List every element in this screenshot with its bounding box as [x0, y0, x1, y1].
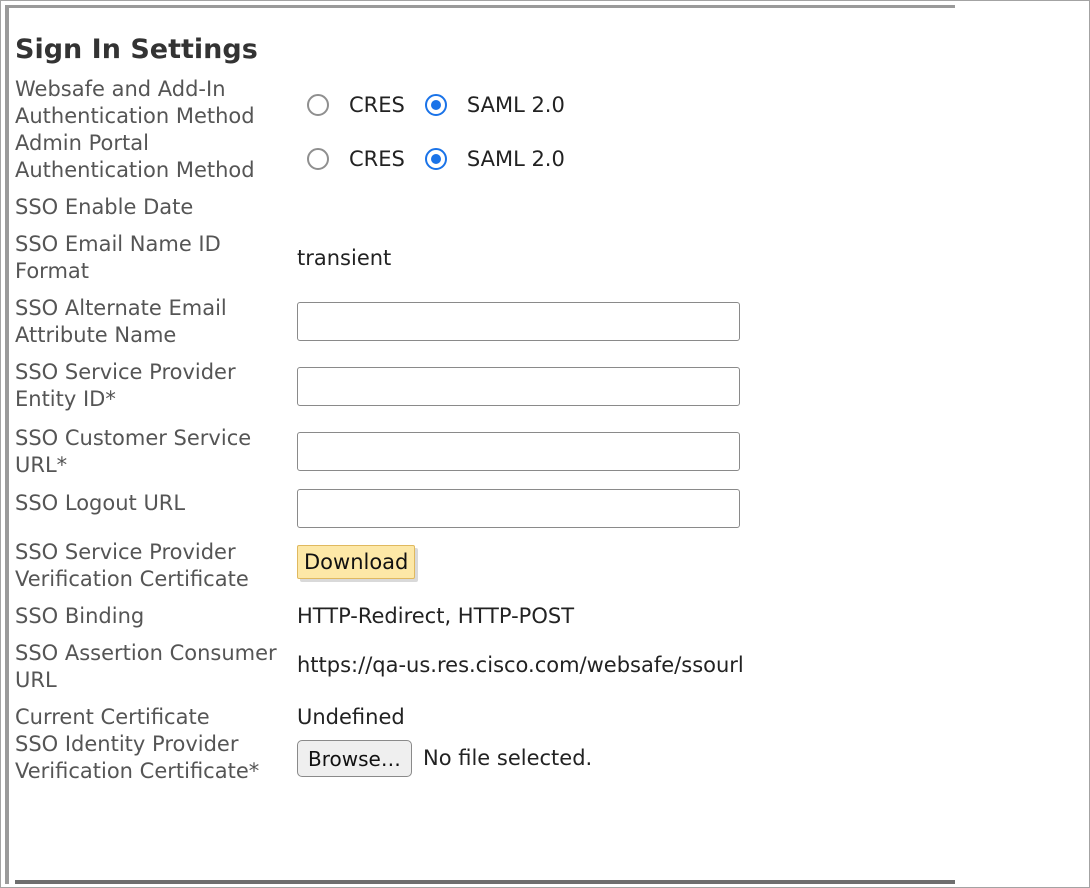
admin-auth-saml-label: SAML 2.0 — [466, 147, 565, 171]
sso-enable-date-label: SSO Enable Date — [15, 195, 194, 219]
sso-sp-entity-input[interactable] — [297, 367, 740, 406]
sso-alt-email-label: SSO Alternate Email Attribute Name — [15, 296, 227, 347]
settings-panel: Sign In Settings Websafe and Add-In Auth… — [0, 0, 1090, 888]
sso-customer-url-label: SSO Customer Service URL* — [15, 426, 252, 477]
websafe-auth-cres-radio[interactable] — [307, 94, 329, 116]
page-title: Sign In Settings — [15, 34, 258, 65]
browse-button[interactable]: Browse… — [297, 740, 412, 777]
sso-binding-value: HTTP-Redirect, HTTP-POST — [297, 604, 575, 628]
sso-sp-cert-label: SSO Service Provider Verification Certif… — [15, 540, 249, 591]
sso-customer-url-input[interactable] — [297, 432, 740, 471]
admin-auth-cres-label: CRES — [349, 147, 405, 171]
download-button[interactable]: Download — [297, 545, 416, 579]
top-divider — [5, 5, 955, 8]
sso-acs-url-value: https://qa-us.res.cisco.com/websafe/ssou… — [297, 653, 744, 677]
admin-auth-cres-radio[interactable] — [307, 148, 329, 170]
sso-logout-url-input[interactable] — [297, 489, 740, 528]
admin-auth-radio-group: CRES SAML 2.0 — [307, 147, 585, 171]
current-cert-label: Current Certificate — [15, 705, 210, 729]
sso-email-name-id-value: transient — [297, 246, 392, 270]
sso-acs-url-label: SSO Assertion Consumer URL — [15, 641, 277, 692]
websafe-auth-radio-group: CRES SAML 2.0 — [307, 93, 585, 117]
admin-auth-saml-radio[interactable] — [424, 148, 447, 170]
sso-sp-entity-label: SSO Service Provider Entity ID* — [15, 360, 236, 411]
sso-logout-url-label: SSO Logout URL — [15, 491, 186, 515]
file-status-text: No file selected. — [423, 746, 593, 770]
websafe-auth-label: Websafe and Add-In Authentication Method — [15, 77, 255, 128]
admin-auth-label: Admin Portal Authentication Method — [15, 131, 255, 182]
current-cert-value: Undefined — [297, 705, 405, 729]
sso-alt-email-input[interactable] — [297, 302, 740, 341]
websafe-auth-cres-label: CRES — [349, 93, 405, 117]
sso-email-name-id-label: SSO Email Name ID Format — [15, 232, 221, 283]
sso-binding-label: SSO Binding — [15, 604, 145, 628]
sso-idp-cert-label: SSO Identity Provider Verification Certi… — [15, 732, 260, 783]
websafe-auth-saml-label: SAML 2.0 — [466, 93, 565, 117]
left-divider — [5, 5, 9, 884]
bottom-divider — [15, 880, 955, 884]
websafe-auth-saml-radio[interactable] — [424, 94, 447, 116]
